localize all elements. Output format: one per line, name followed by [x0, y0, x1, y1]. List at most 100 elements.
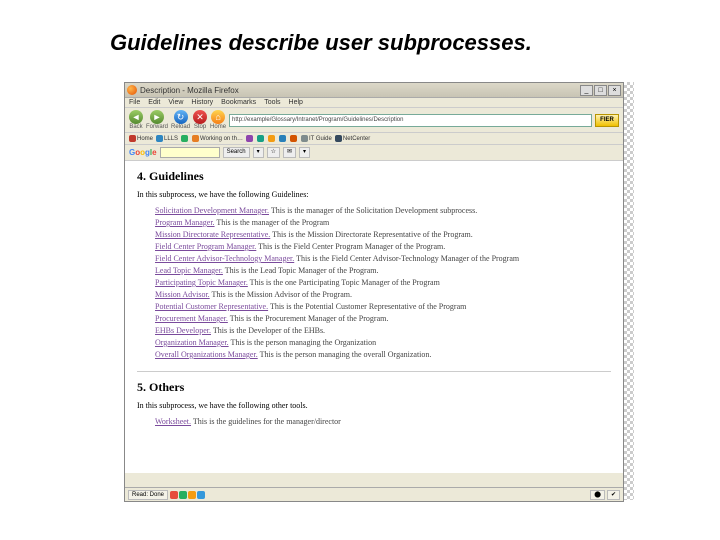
tray-icon	[170, 491, 178, 499]
reload-button[interactable]: ↻Reload	[171, 110, 190, 130]
other-desc: This is the guidelines for the manager/d…	[191, 417, 341, 426]
google-tool-1[interactable]: ▾	[253, 147, 264, 158]
menubar: File Edit View History Bookmarks Tools H…	[125, 98, 623, 108]
section-others-intro: In this subprocess, we have the followin…	[137, 401, 611, 410]
guideline-desc: This is the person managing the overall …	[258, 350, 432, 359]
menu-bookmarks[interactable]: Bookmarks	[221, 99, 256, 106]
list-item: Field Center Program Manager. This is th…	[155, 241, 611, 253]
google-search-button[interactable]: Search	[223, 147, 250, 158]
guideline-desc: This is the Field Center Program Manager…	[256, 242, 445, 251]
guideline-link[interactable]: Mission Advisor.	[155, 290, 210, 299]
bookmark-icon	[192, 135, 199, 142]
bookmark-item[interactable]: Home	[129, 135, 153, 142]
guideline-link[interactable]: Solicitation Development Manager.	[155, 206, 269, 215]
menu-history[interactable]: History	[191, 99, 213, 106]
google-tool-3[interactable]: ✉	[283, 147, 296, 158]
back-icon: ◄	[129, 110, 143, 124]
list-item: Lead Topic Manager. This is the Lead Top…	[155, 265, 611, 277]
page-content: 4. Guidelines In this subprocess, we hav…	[125, 161, 623, 473]
slide-title: Guidelines describe user subprocesses.	[0, 0, 720, 64]
list-item: Solicitation Development Manager. This i…	[155, 205, 611, 217]
stop-icon: ✕	[193, 110, 207, 124]
tray-icon	[188, 491, 196, 499]
tray-icon	[179, 491, 187, 499]
bookmark-item[interactable]	[246, 135, 254, 142]
bookmark-item[interactable]: IT Guide	[301, 135, 332, 142]
list-item: Mission Advisor. This is the Mission Adv…	[155, 289, 611, 301]
bookmark-item[interactable]: LLLS	[156, 135, 178, 142]
list-item: Organization Manager. This is the person…	[155, 337, 611, 349]
go-button[interactable]: FIER	[595, 114, 619, 127]
guideline-link[interactable]: Participating Topic Manager.	[155, 278, 248, 287]
list-item: Field Center Advisor-Technology Manager.…	[155, 253, 611, 265]
close-button[interactable]: ×	[608, 85, 621, 96]
google-tool-4[interactable]: ▾	[299, 147, 310, 158]
google-tool-2[interactable]: ☆	[267, 147, 280, 158]
bookmark-label: NetCenter	[343, 136, 370, 142]
bookmark-item[interactable]	[290, 135, 298, 142]
guideline-desc: This is the manager of the Solicitation …	[269, 206, 477, 215]
guideline-desc: This is the Mission Directorate Represen…	[270, 230, 472, 239]
bookmark-icon	[301, 135, 308, 142]
back-button[interactable]: ◄Back	[129, 110, 143, 130]
menu-edit[interactable]: Edit	[148, 99, 160, 106]
status-tray	[170, 491, 205, 499]
bookmark-icon	[246, 135, 253, 142]
browser-window: Description - Mozilla Firefox _ □ × File…	[124, 82, 624, 502]
menu-view[interactable]: View	[168, 99, 183, 106]
guideline-link[interactable]: Overall Organizations Manager.	[155, 350, 258, 359]
bookmark-item[interactable]	[181, 135, 189, 142]
firefox-icon	[127, 85, 137, 95]
bookmark-item[interactable]: Working on th…	[192, 135, 243, 142]
bookmark-item[interactable]	[257, 135, 265, 142]
forward-button[interactable]: ►Forward	[146, 110, 168, 130]
guideline-link[interactable]: Procurement Manager.	[155, 314, 228, 323]
guideline-link[interactable]: EHBs Developer.	[155, 326, 211, 335]
statusbar: Read: Done ⬤ ✔	[125, 487, 623, 501]
guideline-link[interactable]: Organization Manager.	[155, 338, 229, 347]
guideline-link[interactable]: Program Manager.	[155, 218, 215, 227]
list-item: Program Manager. This is the manager of …	[155, 217, 611, 229]
bookmark-item[interactable]	[268, 135, 276, 142]
guideline-desc: This is the Procurement Manager of the P…	[228, 314, 388, 323]
divider	[137, 371, 611, 372]
reload-icon: ↻	[174, 110, 188, 124]
stop-button[interactable]: ✕Stop	[193, 110, 207, 130]
minimize-button[interactable]: _	[580, 85, 593, 96]
bookmark-icon	[335, 135, 342, 142]
list-item: Procurement Manager. This is the Procure…	[155, 313, 611, 325]
bookmark-item[interactable]: NetCenter	[335, 135, 370, 142]
bookmark-label: IT Guide	[309, 136, 332, 142]
guideline-desc: This is the person managing the Organiza…	[229, 338, 376, 347]
url-input[interactable]: http://example/Glossary/Intranet/Program…	[229, 114, 592, 127]
guideline-link[interactable]: Potential Customer Representative.	[155, 302, 268, 311]
list-item: Mission Directorate Representative. This…	[155, 229, 611, 241]
guideline-desc: This is the Mission Advisor of the Progr…	[210, 290, 352, 299]
guideline-link[interactable]: Mission Directorate Representative.	[155, 230, 270, 239]
guideline-link[interactable]: Field Center Program Manager.	[155, 242, 256, 251]
menu-file[interactable]: File	[129, 99, 140, 106]
list-item: EHBs Developer. This is the Developer of…	[155, 325, 611, 337]
other-link[interactable]: Worksheet.	[155, 417, 191, 426]
menu-tools[interactable]: Tools	[264, 99, 280, 106]
maximize-button[interactable]: □	[594, 85, 607, 96]
section-others-heading: 5. Others	[137, 380, 611, 395]
bookmark-icon	[156, 135, 163, 142]
list-item: Worksheet. This is the guidelines for th…	[155, 416, 611, 428]
guideline-desc: This is the Lead Topic Manager of the Pr…	[223, 266, 379, 275]
bookmark-label: Home	[137, 136, 153, 142]
list-item: Potential Customer Representative. This …	[155, 301, 611, 313]
guideline-link[interactable]: Lead Topic Manager.	[155, 266, 223, 275]
home-button[interactable]: ⌂Home	[210, 110, 226, 130]
bookmark-icon	[181, 135, 188, 142]
home-icon: ⌂	[211, 110, 225, 124]
bookmark-item[interactable]	[279, 135, 287, 142]
menu-help[interactable]: Help	[289, 99, 303, 106]
guideline-desc: This is the Field Center Advisor-Technol…	[294, 254, 519, 263]
bookmark-icon	[290, 135, 297, 142]
window-title: Description - Mozilla Firefox	[140, 86, 580, 95]
bookmarks-toolbar: HomeLLLS Working on th… IT Guide NetCenter	[125, 133, 623, 145]
bookmark-icon	[268, 135, 275, 142]
guideline-link[interactable]: Field Center Advisor-Technology Manager.	[155, 254, 294, 263]
google-search-input[interactable]	[160, 147, 220, 158]
